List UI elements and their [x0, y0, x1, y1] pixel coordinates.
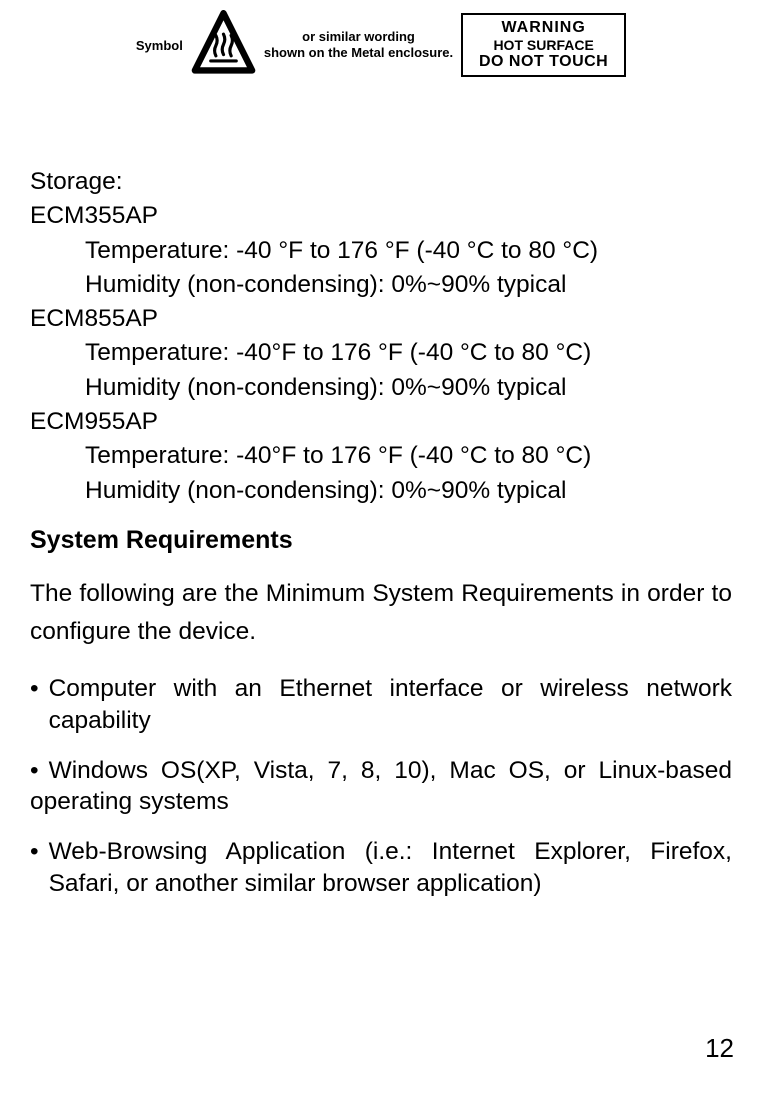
model-temp-1: Temperature: -40°F to 176 °F (-40 °C to …	[30, 336, 732, 370]
warning-box-line2: HOT SURFACE	[471, 37, 616, 53]
warning-strip: Symbol or similar wording shown on the M…	[30, 10, 732, 80]
similar-wording-text: or similar wording shown on the Metal en…	[264, 29, 453, 60]
bullet-dot-icon: •	[30, 673, 49, 737]
warning-box-line1: WARNING	[471, 19, 616, 37]
model-temp-2: Temperature: -40°F to 176 °F (-40 °C to …	[30, 439, 732, 473]
bullet-text-1: Windows OS(XP, Vista, 7, 8, 10), Mac OS,…	[30, 757, 732, 816]
bullet-item-0: • Computer with an Ethernet interface or…	[30, 673, 732, 737]
symbol-label: Symbol	[136, 38, 183, 53]
similar-wording-line1: or similar wording	[264, 29, 453, 45]
bullet-text-1-wrap: •Windows OS(XP, Vista, 7, 8, 10), Mac OS…	[30, 757, 732, 816]
bullet-dot-icon: •	[30, 757, 49, 784]
bullet-text-2: Web-Browsing Application (i.e.: Internet…	[49, 836, 732, 900]
bullet-dot-icon: •	[30, 836, 49, 900]
system-requirements-heading: System Requirements	[30, 526, 732, 555]
warning-box: WARNING HOT SURFACE DO NOT TOUCH	[461, 13, 626, 77]
bullet-item-1: •Windows OS(XP, Vista, 7, 8, 10), Mac OS…	[30, 755, 732, 819]
model-humidity-0: Humidity (non-condensing): 0%~90% typica…	[30, 268, 732, 302]
model-name-0: ECM355AP	[30, 199, 732, 233]
model-humidity-1: Humidity (non-condensing): 0%~90% typica…	[30, 371, 732, 405]
bullet-text-0: Computer with an Ethernet interface or w…	[49, 673, 732, 737]
similar-wording-line2: shown on the Metal enclosure.	[264, 45, 453, 61]
storage-title: Storage:	[30, 165, 732, 199]
storage-section: Storage: ECM355AP Temperature: -40 °F to…	[30, 165, 732, 508]
system-requirements-intro: The following are the Minimum System Req…	[30, 575, 732, 651]
document-page: Symbol or similar wording shown on the M…	[0, 0, 762, 948]
hot-surface-caution-icon	[191, 10, 256, 80]
model-temp-0: Temperature: -40 °F to 176 °F (-40 °C to…	[30, 234, 732, 268]
warning-box-line3: DO NOT TOUCH	[471, 53, 616, 71]
model-name-2: ECM955AP	[30, 405, 732, 439]
bullet-item-2: • Web-Browsing Application (i.e.: Intern…	[30, 836, 732, 900]
model-name-1: ECM855AP	[30, 302, 732, 336]
model-humidity-2: Humidity (non-condensing): 0%~90% typica…	[30, 474, 732, 508]
page-number: 12	[705, 1033, 734, 1064]
